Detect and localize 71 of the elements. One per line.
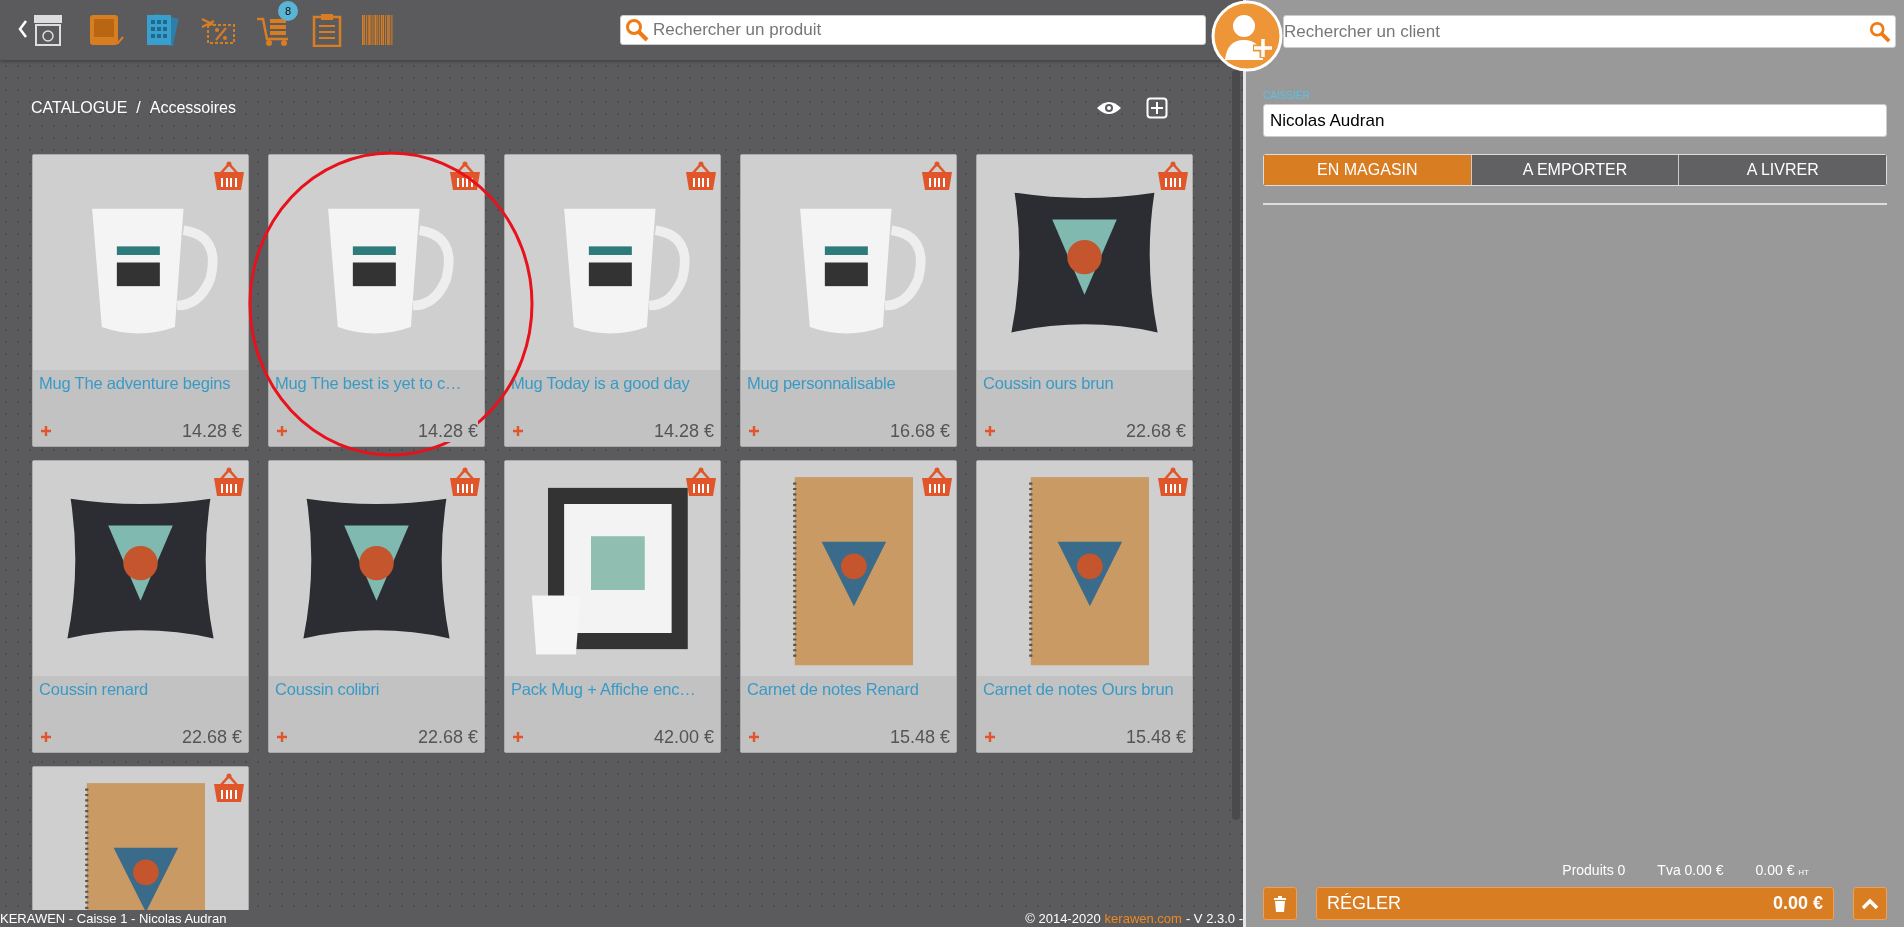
plus-icon[interactable]: [513, 732, 523, 742]
website-link[interactable]: kerawen.com: [1104, 911, 1182, 926]
plus-icon[interactable]: [749, 426, 759, 436]
product-name: Coussin ours brun: [977, 370, 1192, 416]
product-card[interactable]: Carnet de notes Renard 15.48 €: [740, 460, 957, 753]
expand-button[interactable]: [1853, 887, 1887, 920]
version-text: - V 2.3.0 -: [1185, 911, 1243, 926]
basket-icon[interactable]: [685, 161, 717, 191]
product-card[interactable]: Mug The adventure begins 14.28 €: [32, 154, 249, 447]
plus-icon[interactable]: [41, 426, 51, 436]
tax-total: Tva 0.00 €: [1657, 862, 1724, 878]
copyright-text: © 2014-2020: [1025, 911, 1101, 926]
product-name: Carnet de notes Renard: [741, 676, 956, 722]
product-name: Coussin renard: [33, 676, 248, 722]
breadcrumb-current: Accessoires: [149, 99, 236, 117]
cashier-field[interactable]: Nicolas Audran: [1263, 104, 1887, 137]
search-icon: [1869, 20, 1891, 43]
barcode-icon[interactable]: [362, 13, 394, 47]
basket-icon[interactable]: [1157, 467, 1189, 497]
order-mode-tab[interactable]: A EMPORTER: [1470, 155, 1679, 185]
product-card[interactable]: Mug personnalisable 16.68 €: [740, 154, 957, 447]
order-mode-tab[interactable]: A LIVRER: [1678, 155, 1886, 185]
cards-icon[interactable]: [144, 13, 180, 47]
product-card[interactable]: Coussin ours brun 22.68 €: [976, 154, 1193, 447]
cart-count-badge: 8: [278, 1, 298, 21]
add-client-icon[interactable]: [1211, 0, 1283, 72]
basket-icon[interactable]: [921, 161, 953, 191]
tablet-icon[interactable]: [88, 13, 124, 47]
product-name: Pack Mug + Affiche enc…: [505, 676, 720, 722]
product-card[interactable]: Mug The best is yet to c… 14.28 €: [268, 154, 485, 447]
search-icon: [625, 18, 649, 42]
delete-button[interactable]: [1263, 887, 1297, 920]
product-name: Mug The adventure begins: [33, 370, 248, 416]
product-card[interactable]: Coussin colibri 22.68 €: [268, 460, 485, 753]
basket-icon[interactable]: [685, 467, 717, 497]
plus-icon[interactable]: [513, 426, 523, 436]
basket-icon[interactable]: [1157, 161, 1189, 191]
product-card[interactable]: Coussin renard 22.68 €: [32, 460, 249, 753]
basket-icon[interactable]: [449, 161, 481, 191]
order-mode-tab[interactable]: EN MAGASIN: [1264, 155, 1471, 185]
pay-button[interactable]: RÉGLER 0.00 €: [1316, 887, 1834, 920]
product-card[interactable]: Carnet de notes Ours brun 15.48 €: [976, 460, 1193, 753]
product-name: Mug The best is yet to c…: [269, 370, 484, 416]
plus-icon[interactable]: [41, 732, 51, 742]
breadcrumb-separator: /: [136, 99, 141, 117]
footer-text: KERAWEN - Caisse 1 - Nicolas Audran: [0, 911, 227, 926]
eye-icon[interactable]: [1096, 100, 1122, 116]
chevron-up-icon: [1861, 897, 1879, 910]
plus-icon[interactable]: [277, 732, 287, 742]
total-excl-tax: 0.00 € HT: [1755, 862, 1809, 878]
plus-icon[interactable]: [985, 426, 995, 436]
product-count: Produits 0: [1562, 862, 1626, 878]
product-price: 14.28 €: [417, 420, 478, 442]
add-square-icon[interactable]: [1146, 97, 1168, 119]
product-name: Carnet de notes Ours brun: [977, 676, 1192, 722]
breadcrumb-link[interactable]: CATALOGUE: [31, 99, 128, 117]
basket-icon[interactable]: [449, 467, 481, 497]
basket-icon[interactable]: [921, 467, 953, 497]
product-name: Coussin colibri: [269, 676, 484, 722]
basket-icon[interactable]: [213, 773, 245, 803]
scrollbar[interactable]: [1232, 70, 1240, 820]
basket-icon[interactable]: [213, 161, 245, 191]
plus-icon[interactable]: [985, 732, 995, 742]
product-name: Mug personnalisable: [741, 370, 956, 416]
trash-icon: [1273, 895, 1287, 912]
field-label: CAISSIER: [1263, 90, 1311, 101]
product-card[interactable]: Pack Mug + Affiche enc… 42.00 €: [504, 460, 721, 753]
plus-icon[interactable]: [277, 426, 287, 436]
plus-icon[interactable]: [749, 732, 759, 742]
clipboard-icon[interactable]: [312, 13, 342, 47]
basket-icon[interactable]: [213, 467, 245, 497]
